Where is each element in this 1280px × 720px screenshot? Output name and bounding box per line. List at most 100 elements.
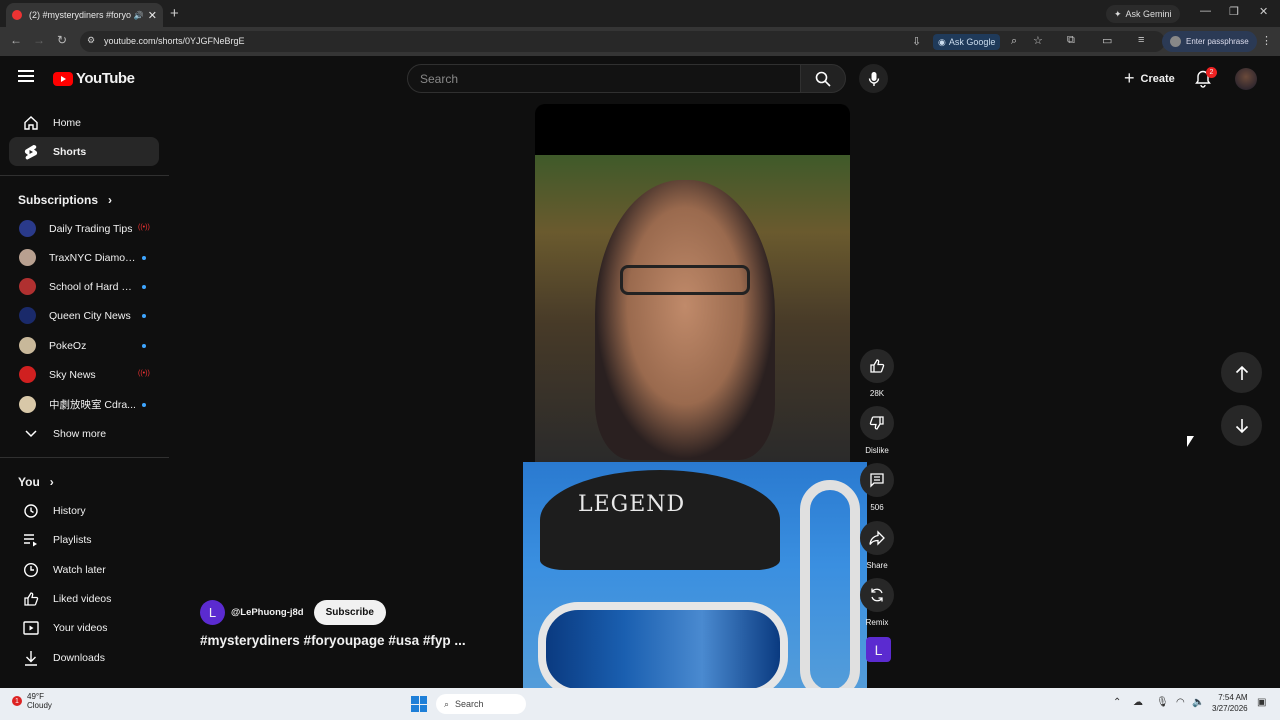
remix-button[interactable]: Remix	[858, 578, 896, 627]
you-heading[interactable]: You ›	[18, 475, 54, 489]
new-content-dot	[142, 403, 146, 407]
sidebar-item-label: School of Hard K...	[49, 280, 137, 293]
live-indicator-icon: ((•))	[138, 224, 150, 231]
split-view-icon[interactable]: ▭	[1102, 34, 1112, 47]
search-box[interactable]	[407, 64, 801, 93]
minimize-icon[interactable]: —	[1200, 5, 1211, 17]
back-icon[interactable]: ←	[10, 33, 22, 47]
new-content-dot	[142, 285, 146, 289]
new-content-dot	[142, 314, 146, 318]
hamburger-menu-icon[interactable]	[18, 70, 34, 82]
close-tab-icon[interactable]: ✕	[148, 9, 157, 22]
sidebar-item-queen-city-news[interactable]: Queen City News	[9, 301, 159, 330]
your-videos-icon	[23, 620, 39, 635]
comments-button[interactable]: 506	[858, 463, 896, 512]
notification-center-icon[interactable]: ▣	[1257, 697, 1266, 708]
sidebar-item-label: Playlists	[53, 533, 92, 546]
sidebar-item-school-of-hard-knocks[interactable]: School of Hard K...	[9, 272, 159, 301]
comment-count: 506	[870, 503, 884, 512]
search-icon	[815, 71, 831, 87]
sidebar-item-sky-news[interactable]: Sky News	[9, 360, 159, 389]
youtube-logo[interactable]: YouTube	[53, 70, 135, 87]
sidebar-item-home[interactable]: Home	[9, 108, 159, 137]
volume-icon[interactable]: 🔈	[1192, 697, 1204, 708]
media-icon[interactable]: ≡	[1138, 34, 1144, 46]
shorts-icon	[24, 144, 38, 159]
sidebar-item-label: Queen City News	[49, 309, 131, 322]
like-count: 28K	[869, 389, 885, 398]
search-input[interactable]	[408, 65, 800, 93]
sidebar-item-downloads[interactable]: Downloads	[9, 643, 159, 672]
watch-later-icon	[23, 562, 39, 577]
plus-icon: +	[1124, 68, 1135, 88]
microphone-icon	[868, 71, 879, 86]
logo-text: YouTube	[76, 70, 135, 87]
cloud-off-icon[interactable]: ☁	[1133, 697, 1143, 708]
search-button[interactable]	[800, 64, 846, 93]
restore-icon[interactable]: ❐	[1229, 5, 1239, 18]
address-bar[interactable]: ⚙ youtube.com/shorts/0YJGFNeBrgE	[80, 31, 1165, 52]
short-title[interactable]: #mysterydiners #foryoupage #usa #fyp ...	[200, 633, 466, 648]
system-clock[interactable]: 7:54 AM 3/27/2026	[1212, 692, 1248, 714]
sidebar-item-label: Sky News	[49, 368, 96, 381]
speaker-icon[interactable]: 🔊	[134, 11, 144, 20]
sidebar-item-label: Liked videos	[53, 592, 112, 605]
sidebar-item-traxnyc[interactable]: TraxNYC Diamon...	[9, 243, 159, 272]
extensions-icon[interactable]: ⧉	[1067, 34, 1075, 47]
site-info-icon[interactable]: ⚙	[87, 35, 95, 46]
account-avatar[interactable]	[1235, 68, 1257, 90]
taskbar-search[interactable]: ⌕ Search	[436, 694, 526, 714]
sidebar-item-watch-later[interactable]: Watch later	[9, 555, 159, 584]
subscriptions-heading[interactable]: Subscriptions ›	[18, 193, 112, 207]
sidebar-item-label: PokeOz	[49, 339, 87, 352]
clock-date: 3/27/2026	[1212, 704, 1248, 713]
video-subject-glasses	[620, 265, 750, 295]
sidebar-item-liked-videos[interactable]: Liked videos	[9, 584, 159, 613]
zoom-icon[interactable]: ⌕	[1011, 35, 1017, 48]
weather-widget[interactable]: 1 49°F Cloudy	[12, 692, 52, 710]
thumbs-down-icon	[869, 416, 884, 430]
sidebar-item-playlists[interactable]: Playlists	[9, 525, 159, 554]
sidebar-item-daily-trading-tips[interactable]: Daily Trading Tips	[9, 214, 159, 243]
sidebar-item-history[interactable]: History	[9, 496, 159, 525]
previous-short-button[interactable]	[1221, 352, 1262, 393]
menu-kebab-icon[interactable]: ⋮	[1261, 34, 1272, 47]
profile-passphrase-button[interactable]: Enter passphrase	[1162, 31, 1257, 52]
bookmark-star-icon[interactable]: ☆	[1033, 34, 1043, 47]
channel-name[interactable]: @LePhuong-j8d	[231, 607, 304, 618]
cap-graphic	[540, 470, 780, 570]
show-more-button[interactable]: Show more	[9, 419, 159, 448]
sidebar-item-cdrama[interactable]: 中劇放映室 Cdra...	[9, 390, 159, 419]
chevron-right-icon: ›	[108, 193, 113, 207]
sound-source-avatar[interactable]: L	[866, 637, 891, 662]
forward-icon[interactable]: →	[33, 33, 45, 47]
create-button[interactable]: + Create	[1114, 64, 1185, 93]
channel-avatar[interactable]: L	[200, 600, 225, 625]
close-window-icon[interactable]: ✕	[1259, 5, 1268, 18]
chevron-right-icon: ›	[49, 475, 54, 489]
windows-start-icon[interactable]	[411, 696, 427, 712]
voice-search-button[interactable]	[859, 64, 888, 93]
dislike-button[interactable]: Dislike	[858, 406, 896, 455]
chevron-up-icon[interactable]: ⌃	[1113, 697, 1121, 708]
mouse-cursor-icon	[1187, 436, 1194, 447]
channel-avatar	[19, 220, 36, 237]
sidebar-item-shorts[interactable]: Shorts	[9, 137, 159, 166]
sidebar-item-label: Daily Trading Tips	[49, 222, 133, 235]
next-short-button[interactable]	[1221, 405, 1262, 446]
ask-google-button[interactable]: ◉ Ask Google	[933, 34, 1001, 50]
subscribe-button[interactable]: Subscribe	[313, 600, 386, 625]
you-title: You	[18, 475, 40, 489]
microphone-icon[interactable]: 🎙	[1156, 697, 1169, 708]
like-button[interactable]: 28K	[858, 349, 896, 398]
wifi-icon[interactable]: ◠	[1176, 697, 1185, 708]
new-tab-button[interactable]: +	[170, 5, 179, 22]
sidebar-item-pokeoz[interactable]: PokeOz	[9, 331, 159, 360]
browser-tab[interactable]: (2) #mysterydiners #foryou 🔊 ✕	[6, 3, 163, 27]
share-button[interactable]: Share	[858, 521, 896, 570]
reload-icon[interactable]: ↻	[57, 33, 67, 47]
ask-gemini-button[interactable]: ✦ Ask Gemini	[1106, 5, 1180, 23]
install-icon[interactable]: ⇩	[912, 35, 921, 48]
sparkle-icon: ✦	[1114, 8, 1122, 19]
sidebar-item-your-videos[interactable]: Your videos	[9, 613, 159, 642]
